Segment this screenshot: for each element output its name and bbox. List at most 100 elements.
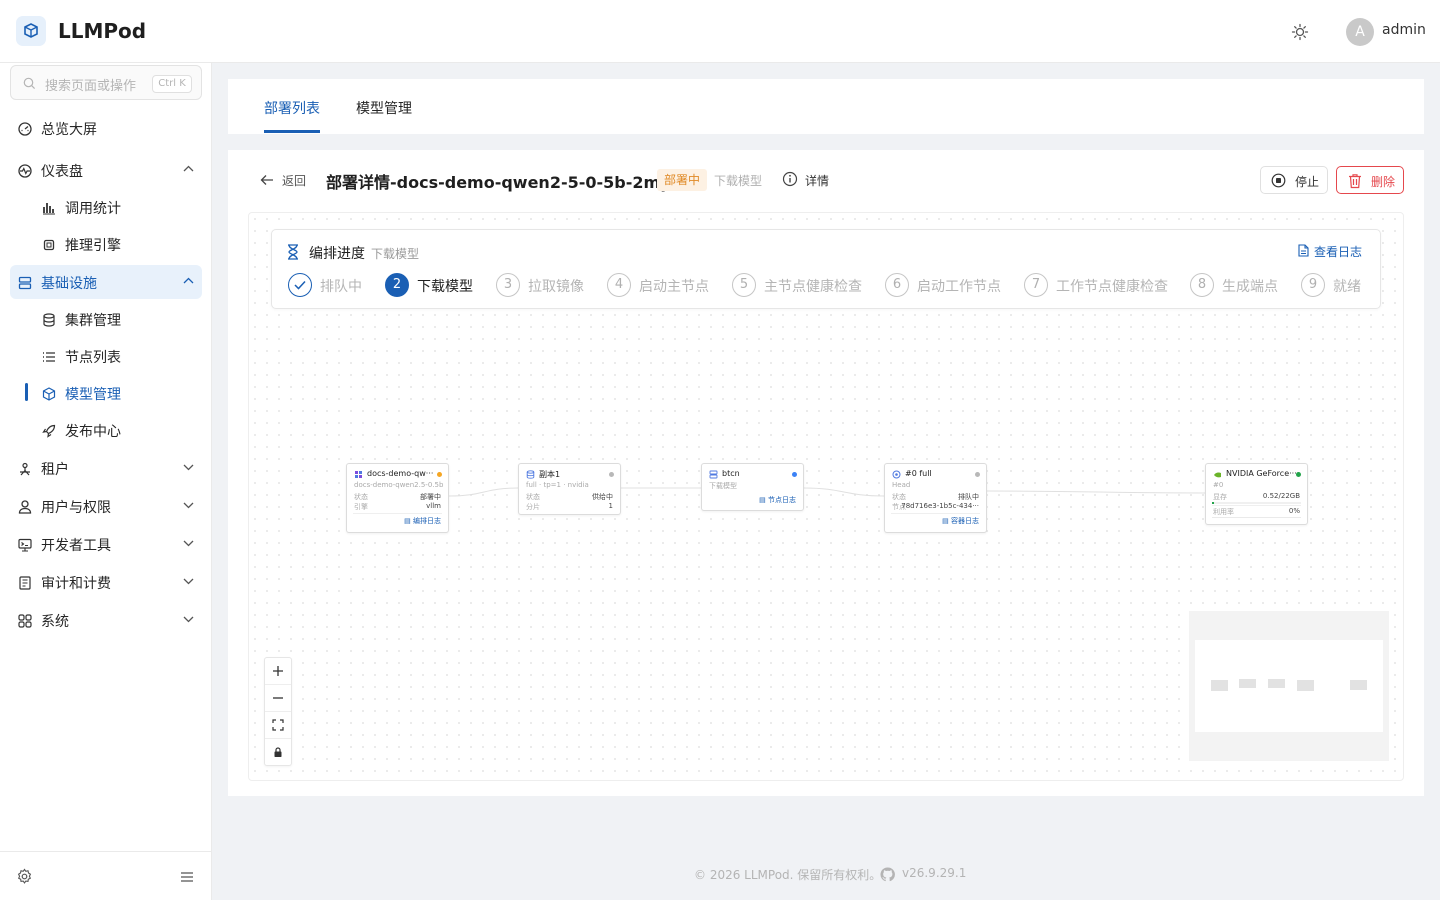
sidebar-item-label: 仪表盘 [41,164,83,180]
node-log-link[interactable]: ▤ 节点日志 [759,495,796,505]
receipt-icon [19,576,31,590]
chevron-up-icon [183,277,194,284]
gpu-node-subtitle: #0 [1213,481,1224,489]
back-label: 返回 [282,174,307,188]
sidebar-item-call-stats[interactable]: 调用统计 [34,191,202,223]
sidebar-item-system[interactable]: 系统 [10,603,202,637]
topology-canvas[interactable]: 编排进度 下载模型 查看日志 排队中 2 下载模型 3 拉取镜像 4 启动主节点 5 主节点健康… [248,212,1404,781]
search-placeholder: 搜索页面或操作 [45,79,137,94]
copyright: © 2026 LLMPod. 保留所有权利。 [694,868,882,882]
database-icon [526,470,535,479]
sidebar-item-label: 节点列表 [65,350,121,366]
search-input[interactable]: 搜索页面或操作 Ctrl K [10,65,202,100]
sidebar-item-label: 集群管理 [65,313,121,329]
minimap-node [1211,680,1228,691]
gpu-mem-bar-fill [1212,502,1215,504]
stop-button[interactable]: 停止 [1260,166,1328,194]
minimap[interactable] [1189,611,1389,761]
chevron-down-icon [183,540,194,547]
sidebar: 搜索页面或操作 Ctrl K 总览大屏 仪表盘 调用统计 推理引擎 基础设施 集… [0,63,212,900]
server-icon [709,470,718,479]
sidebar-item-label: 审计和计费 [41,576,111,592]
node-log-label: 节点日志 [768,496,796,504]
sidebar-item-clusters[interactable]: 集群管理 [34,303,202,335]
deployment-node[interactable]: docs-demo-qw··· docs-demo-qwen2.5-0.5b 状… [346,463,449,533]
grid-icon [18,614,32,628]
edge-node-container [803,487,885,497]
edge-container-gpu [986,490,1206,494]
gpu-util-label: 利用率 [1213,508,1234,516]
app-logo[interactable] [16,16,46,46]
arrow-left-icon [260,175,273,185]
zoom-out-button[interactable] [265,685,291,712]
sidebar-item-inference-engine[interactable]: 推理引擎 [34,228,202,260]
lock-button[interactable] [265,739,291,766]
replica-status-value: 供给中 [592,493,613,501]
cluster-node-card[interactable]: btcn 下载模型 ▤ 节点日志 [701,463,804,511]
tab-deployment-list[interactable]: 部署列表 [264,98,320,118]
pulse-icon [18,164,32,178]
theme-toggle-sun-icon[interactable] [1290,22,1310,42]
stop-circle-icon [1271,173,1286,188]
deployment-detail-card: 返回 部署详情-docs-demo-qwen2-5-0-5b-2my1 部署中 … [228,150,1424,796]
fit-view-button[interactable] [265,712,291,739]
sidebar-item-label: 总览大屏 [41,122,97,138]
sidebar-item-overview[interactable]: 总览大屏 [10,111,202,145]
tenant-icon [20,462,30,476]
container-status-dot [975,472,980,477]
chevron-up-icon [183,165,194,172]
settings-gear-icon[interactable] [16,868,33,885]
gpu-mem-label: 显存 [1213,493,1227,501]
sidebar-item-label: 模型管理 [65,387,121,403]
gpu-node[interactable]: NVIDIA GeForce··· #0 显存 0.52/22GB 利用率 0% [1205,463,1308,525]
canvas-controls [264,657,292,766]
search-icon [23,77,36,90]
github-icon[interactable] [880,867,895,882]
deployment-status-label: 状态 [354,493,368,501]
sidebar-item-label: 基础设施 [41,276,97,292]
sidebar-item-infrastructure[interactable]: 基础设施 [10,265,202,299]
delete-button[interactable]: 删除 [1336,166,1404,194]
nvidia-logo-icon [1214,472,1221,478]
container-log-link[interactable]: ▤ 容器日志 [942,516,979,526]
collapse-sidebar-menu-icon[interactable] [180,871,194,883]
gpu-util-bar [1212,517,1301,518]
orchestration-log-link[interactable]: ▤ 编排日志 [404,516,441,526]
chevron-down-icon [183,502,194,509]
username[interactable]: admin [1382,22,1426,38]
sidebar-item-developer-tools[interactable]: 开发者工具 [10,527,202,561]
gpu-mem-bar [1212,502,1301,504]
deployment-node-subtitle: docs-demo-qwen2.5-0.5b [354,481,444,489]
container-node[interactable]: #0 full Head 状态 排队中 节点 78d716e3-1b5c-434… [884,463,987,533]
minus-icon [273,697,283,699]
sidebar-item-models[interactable]: 模型管理 [34,377,202,409]
chevron-down-icon [183,616,194,623]
avatar[interactable]: A [1346,18,1374,46]
user-icon [18,500,32,514]
status-substage: 下载模型 [714,174,763,188]
search-shortcut: Ctrl K [152,75,192,93]
orchestration-log-label: 编排日志 [413,517,441,525]
sidebar-item-dashboard[interactable]: 仪表盘 [10,153,202,187]
sidebar-item-nodes[interactable]: 节点列表 [34,340,202,372]
bar-chart-icon [43,203,55,215]
sidebar-item-tenants[interactable]: 租户 [10,451,202,485]
sidebar-item-users-permissions[interactable]: 用户与权限 [10,489,202,523]
deployment-engine-value: vllm [426,502,441,510]
current-item-indicator [25,383,28,401]
cube-icon [42,387,56,401]
container-status-label: 状态 [892,493,906,501]
replica-shard-label: 分片 [526,503,540,511]
zoom-in-button[interactable] [265,658,291,685]
container-node-value: 78d716e3-1b5c-434··· [901,502,979,510]
cluster-node-title: btcn [722,469,740,478]
sidebar-item-release-center[interactable]: 发布中心 [34,414,202,446]
replica-node[interactable]: 副本1 full · tp=1 · nvidia 状态 供给中 分片 1 [518,463,621,515]
tab-model-management[interactable]: 模型管理 [356,98,412,118]
status-badge: 部署中 [657,169,707,191]
container-log-label: 容器日志 [951,517,979,525]
replica-status-dot [609,472,614,477]
details-label: 详情 [805,174,830,188]
sidebar-item-audit-billing[interactable]: 审计和计费 [10,565,202,599]
version: v26.9.29.1 [902,866,967,880]
